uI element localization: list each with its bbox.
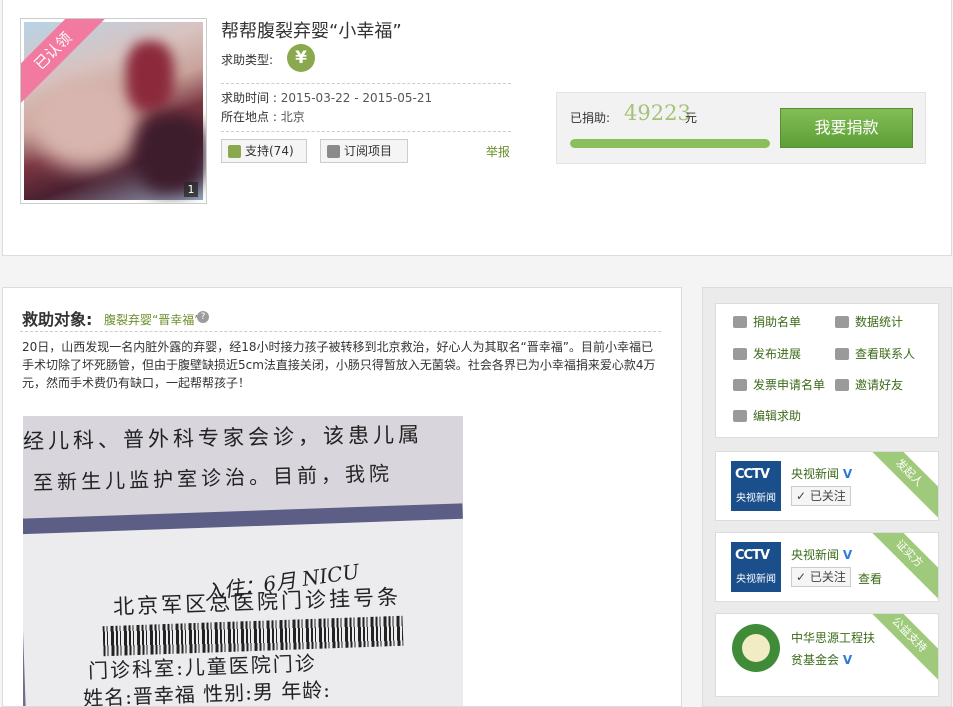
cctv-logo[interactable]: CCTV 央视新闻 bbox=[731, 542, 781, 592]
link-label: 邀请好友 bbox=[855, 378, 904, 392]
support-label: 支持(74) bbox=[245, 144, 294, 158]
project-title: 帮帮腹裂弃婴“小幸福” bbox=[221, 21, 402, 42]
rss-icon bbox=[327, 144, 340, 158]
divider bbox=[221, 83, 511, 84]
raised-unit: 元 bbox=[685, 111, 698, 125]
logo-center bbox=[742, 634, 770, 662]
cctv-logo[interactable]: CCTV 央视新闻 bbox=[731, 461, 781, 511]
org-name[interactable]: 央视新闻 V bbox=[791, 465, 852, 482]
org-name[interactable]: 央视新闻 V bbox=[791, 546, 852, 563]
location-row: 所在地点 : 北京 bbox=[221, 108, 305, 125]
project-thumbnail[interactable]: 已认领 1 bbox=[20, 18, 207, 204]
help-time-label: 求助时间 : bbox=[221, 91, 277, 105]
link-publish-progress[interactable]: 发布进展 bbox=[733, 345, 801, 362]
contacts-icon bbox=[835, 347, 849, 360]
followed-label: 已关注 bbox=[809, 489, 846, 503]
rescue-object-name: 腹裂弃婴“晋幸福” bbox=[104, 313, 201, 327]
link-view-contacts[interactable]: 查看联系人 bbox=[835, 345, 915, 362]
subscribe-label: 订阅项目 bbox=[344, 144, 393, 158]
subscribe-button[interactable]: 订阅项目 bbox=[320, 139, 408, 163]
link-invite-friends[interactable]: 邀请好友 bbox=[835, 376, 903, 393]
raised-amount: 49223 bbox=[624, 101, 691, 125]
org-name-text: 央视新闻 bbox=[791, 548, 840, 562]
org-name-line: 中华思源工程扶 bbox=[791, 631, 876, 645]
location-label: 所在地点 : bbox=[221, 110, 277, 124]
org-card-charity: 中华思源工程扶 贫基金会 V 公益支持 bbox=[715, 613, 939, 697]
link-label: 发票申请名单 bbox=[753, 378, 826, 392]
donor-list-icon bbox=[733, 315, 747, 328]
followed-button[interactable]: ✓ 已关注 bbox=[791, 486, 851, 506]
raised-label: 已捐助: bbox=[570, 111, 611, 125]
org-name-line: 贫基金会 bbox=[791, 653, 840, 667]
org-name-text: 央视新闻 bbox=[791, 467, 840, 481]
link-edit-request[interactable]: 编辑求助 bbox=[733, 407, 801, 424]
invoice-icon bbox=[733, 378, 747, 391]
help-time-value: 2015-03-22 - 2015-05-21 bbox=[280, 91, 433, 105]
followed-button[interactable]: ✓ 已关注 bbox=[791, 567, 851, 587]
link-label: 编辑求助 bbox=[753, 409, 802, 423]
divider bbox=[20, 331, 661, 332]
report-link[interactable]: 举报 bbox=[486, 143, 510, 160]
verifier-tag: 证实方 bbox=[862, 533, 938, 601]
photo-shape bbox=[31, 79, 141, 169]
logo-subtext: 央视新闻 bbox=[736, 574, 776, 585]
link-label: 发布进展 bbox=[753, 347, 802, 361]
divider bbox=[221, 131, 511, 132]
donate-button[interactable]: 我要捐款 bbox=[780, 108, 913, 148]
donation-progress-bar bbox=[570, 139, 770, 148]
statistics-icon bbox=[835, 315, 849, 328]
view-link[interactable]: 查看 bbox=[858, 570, 882, 587]
photo-shape bbox=[126, 41, 174, 111]
medical-document-photo[interactable]: 经儿科、普外科专家会诊，该患儿属 至新生儿监护室诊治。目前，我院 入住：6月 N… bbox=[23, 416, 463, 706]
logo-subtext: 央视新闻 bbox=[736, 493, 776, 504]
link-statistics[interactable]: 数据统计 bbox=[835, 313, 903, 330]
verified-icon: V bbox=[842, 467, 853, 481]
location-value: 北京 bbox=[280, 110, 305, 124]
link-invoice-list[interactable]: 发票申请名单 bbox=[733, 376, 825, 393]
org-name[interactable]: 中华思源工程扶 贫基金会 V bbox=[791, 627, 875, 671]
help-time-row: 求助时间 : 2015-03-22 - 2015-05-21 bbox=[221, 89, 432, 106]
org-card-initiator: CCTV 央视新闻 央视新闻 V ✓ 已关注 发起人 bbox=[715, 451, 939, 521]
link-donor-list[interactable]: 捐助名单 bbox=[733, 313, 801, 330]
verified-icon: V bbox=[842, 653, 853, 667]
invite-icon bbox=[835, 378, 849, 391]
thumbs-up-icon bbox=[228, 144, 241, 158]
logo-text: CCTV bbox=[735, 467, 770, 482]
publish-progress-icon bbox=[733, 347, 747, 360]
yen-icon: ¥ bbox=[287, 44, 315, 72]
edit-icon bbox=[733, 409, 747, 422]
question-icon[interactable]: ? bbox=[197, 311, 209, 323]
image-count-badge: 1 bbox=[184, 182, 198, 197]
foundation-logo[interactable] bbox=[731, 623, 781, 673]
link-label: 查看联系人 bbox=[855, 347, 916, 361]
link-label: 捐助名单 bbox=[753, 315, 802, 329]
support-button[interactable]: 支持(74) bbox=[221, 139, 307, 163]
project-description: 20日，山西发现一名内脏外露的弃婴，经18小时接力孩子被转移到北京救治，好心人为… bbox=[22, 340, 656, 390]
verified-icon: V bbox=[842, 548, 853, 562]
org-card-verifier: CCTV 央视新闻 央视新闻 V ✓ 已关注 查看 证实方 bbox=[715, 532, 939, 602]
logo-text: CCTV bbox=[735, 548, 770, 563]
rescue-object-label: 救助对象: bbox=[22, 310, 93, 329]
followed-label: 已关注 bbox=[809, 570, 846, 584]
link-label: 数据统计 bbox=[855, 315, 904, 329]
help-type-label: 求助类型: bbox=[221, 53, 274, 67]
initiator-tag: 发起人 bbox=[862, 452, 938, 520]
donation-progress-fill bbox=[570, 139, 770, 148]
